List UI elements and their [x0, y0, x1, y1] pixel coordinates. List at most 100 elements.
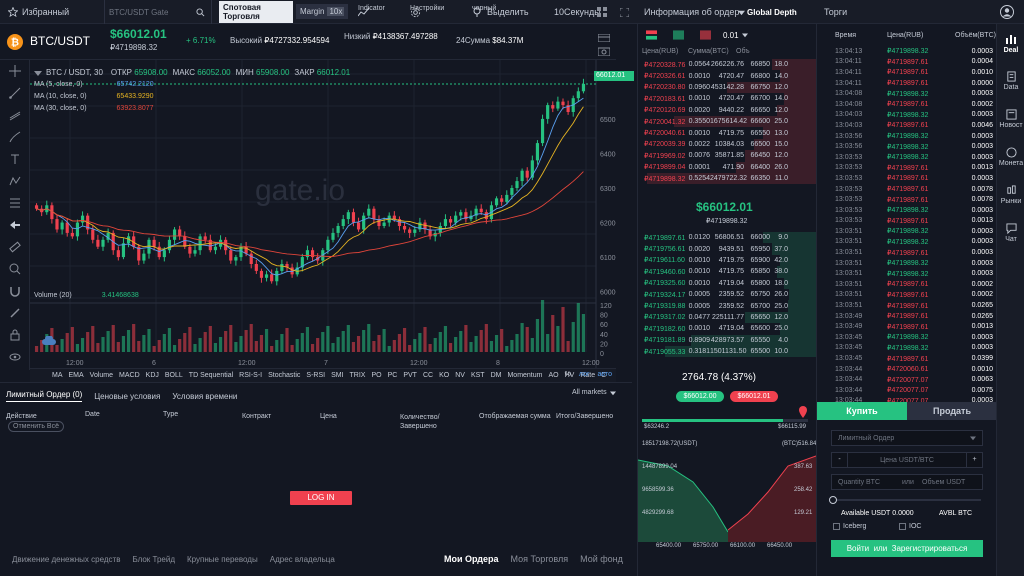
- indicator-13[interactable]: PC: [388, 372, 398, 379]
- asks-row[interactable]: ₽4719969.02 0.0076 35871.85 66450 12.0: [638, 150, 816, 162]
- select-button[interactable]: Выделить: [472, 0, 529, 24]
- best-bid-button[interactable]: $66012.00: [676, 391, 724, 402]
- tab-price-conditions[interactable]: Ценовые условия: [94, 392, 160, 401]
- asks-row[interactable]: ₽4720120.69 0.0020 9440.22 66650 12.0: [638, 104, 816, 116]
- back-tool[interactable]: [0, 214, 30, 236]
- indicator-6[interactable]: TD Sequential: [189, 372, 233, 379]
- crosshair-tool[interactable]: [0, 60, 30, 82]
- indicator-9[interactable]: S-RSI: [306, 372, 325, 379]
- indicator-17[interactable]: NV: [455, 372, 465, 379]
- bids-row[interactable]: ₽4719317.02 0.0477 225111.77 65650 12.0: [638, 311, 816, 324]
- ioc-checkbox[interactable]: [899, 523, 906, 530]
- markets-select[interactable]: All markets: [572, 389, 616, 396]
- quantity-input[interactable]: Quantity BTC или Объем USDT: [831, 474, 983, 490]
- cloud-icon[interactable]: [42, 336, 56, 346]
- asks-row[interactable]: ₽4720328.76 0.0564 266226.76 66850 18.0: [638, 59, 816, 71]
- bids-row[interactable]: ₽4719319.88 0.0005 2359.52 65700 25.0: [638, 300, 816, 312]
- iceberg-checkbox[interactable]: [833, 523, 840, 530]
- indicator-12[interactable]: PO: [371, 372, 381, 379]
- precision-select[interactable]: 0.01: [723, 31, 739, 40]
- price-input[interactable]: - Цена USDT/BTC +: [831, 452, 983, 468]
- ioc-option[interactable]: IOC: [899, 523, 921, 530]
- nav-markets[interactable]: Рынки: [997, 176, 1024, 214]
- iceberg-option[interactable]: Iceberg: [833, 523, 866, 530]
- indicator-11[interactable]: TRIX: [350, 372, 366, 379]
- text-tool[interactable]: [0, 148, 30, 170]
- sell-tab[interactable]: Продать: [907, 402, 997, 420]
- nav-news[interactable]: Новост: [997, 100, 1024, 138]
- price-chart[interactable]: gate.io 65000.00 64000.00 63000.00 62000.00…: [30, 60, 634, 370]
- stay-drawing-tool[interactable]: [0, 302, 30, 324]
- slider-handle[interactable]: [829, 496, 837, 504]
- asks-row[interactable]: ₽4720040.61 0.0010 4719.75 66550 13.0: [638, 127, 816, 139]
- indicator-16[interactable]: KO: [439, 372, 449, 379]
- indicator-2[interactable]: Volume: [90, 372, 113, 379]
- tab-my-funds[interactable]: Мой фонд: [580, 554, 623, 564]
- tab-my-trades[interactable]: Моя Торговля: [511, 554, 569, 564]
- indicator-14[interactable]: PVT: [403, 372, 417, 379]
- indicator-10[interactable]: SMI: [331, 372, 343, 379]
- bids-row[interactable]: ₽4719324.17 0.0005 2359.52 65750 26.0: [638, 288, 816, 301]
- pair-name[interactable]: BTC/USDT: [30, 34, 90, 48]
- asks-row[interactable]: ₽4719898.32 0.5254 2479722.32 66350 11.0: [638, 172, 816, 185]
- log-scale[interactable]: лог: [579, 371, 590, 378]
- asks-row[interactable]: ₽4720041.32 0.3550 1675614.42 66600 25.0: [638, 115, 816, 128]
- indicator-5[interactable]: BOLL: [165, 372, 183, 379]
- register-link[interactable]: Зарегистрироваться: [892, 544, 968, 553]
- bids-row[interactable]: ₽4719182.60 0.0010 4719.04 65600 25.0: [638, 323, 816, 335]
- bids-row[interactable]: ₽4719325.60 0.0010 4719.04 65800 18.0: [638, 277, 816, 289]
- grid-icon-button[interactable]: [597, 0, 607, 24]
- price-decrement[interactable]: -: [832, 453, 848, 467]
- tab-time-conditions[interactable]: Условия времени: [172, 392, 237, 401]
- indicator-3[interactable]: MACD: [119, 372, 140, 379]
- indicator-4[interactable]: KDJ: [146, 372, 159, 379]
- bids-row[interactable]: ₽4719897.61 0.0120 56806.51 66000 9.0: [638, 232, 816, 244]
- asks-row[interactable]: ₽4720230.80 0.0960 453142.28 66750 12.0: [638, 81, 816, 94]
- login-button[interactable]: LOG IN: [290, 491, 352, 505]
- link-large-transfers[interactable]: Крупные переводы: [187, 555, 258, 564]
- favorites-button[interactable]: Избранный: [8, 0, 69, 24]
- auto-scale[interactable]: авто: [598, 371, 612, 378]
- nav-data[interactable]: Data: [997, 62, 1024, 100]
- collapse-icon[interactable]: [34, 69, 42, 77]
- link-cash-flow[interactable]: Движение денежных средств: [12, 555, 120, 564]
- best-ask-button[interactable]: $66012.01: [730, 391, 778, 402]
- amount-slider[interactable]: [833, 499, 981, 501]
- fib-tool[interactable]: [0, 192, 30, 214]
- asks-row[interactable]: ₽4720183.61 0.0010 4720.47 66700 14.0: [638, 93, 816, 105]
- login-register-button[interactable]: Войти или Зарегистрироваться: [831, 540, 983, 557]
- indicator-18[interactable]: KST: [471, 372, 485, 379]
- indicator-0[interactable]: MA: [52, 372, 63, 379]
- indicator-15[interactable]: CC: [423, 372, 433, 379]
- asks-row[interactable]: ₽4720039.39 0.0022 10384.03 66500 15.0: [638, 138, 816, 151]
- percent-scale[interactable]: %: [565, 371, 571, 378]
- search-box[interactable]: BTC/USDT Gate: [104, 0, 212, 24]
- brush-tool[interactable]: [0, 126, 30, 148]
- book-both-icon[interactable]: [646, 30, 657, 40]
- indicator-21[interactable]: AO: [548, 372, 558, 379]
- buy-tab[interactable]: Купить: [817, 402, 907, 420]
- nav-coins[interactable]: Монета: [997, 138, 1024, 176]
- tab-my-orders[interactable]: Мои Ордера: [444, 554, 499, 564]
- spot-tab[interactable]: Спотовая Торговля: [219, 1, 293, 23]
- order-type-select[interactable]: Лимитный Ордер: [831, 430, 983, 446]
- tab-limit-order[interactable]: Лимитный Ордер (0): [6, 390, 83, 402]
- link-block-trade[interactable]: Блок Трейд: [132, 555, 175, 564]
- indicator-1[interactable]: EMA: [69, 372, 84, 379]
- login-link[interactable]: Войти: [847, 544, 869, 553]
- visibility-tool[interactable]: [0, 346, 30, 368]
- indicator-19[interactable]: DM: [491, 372, 502, 379]
- indicator-8[interactable]: Stochastic: [268, 372, 300, 379]
- price-increment[interactable]: +: [966, 453, 982, 467]
- indicator-7[interactable]: RSI-S-I: [239, 372, 262, 379]
- book-asks-icon[interactable]: [700, 30, 711, 40]
- asks-row[interactable]: ₽4719899.04 0.0001 471.90 66400 26.0: [638, 161, 816, 173]
- ruler-tool[interactable]: [0, 236, 30, 258]
- link-owner-address[interactable]: Адрес владельца: [270, 555, 335, 564]
- account-button[interactable]: [1000, 0, 1014, 24]
- lock-tool[interactable]: [0, 324, 30, 346]
- global-depth-toggle[interactable]: Global Depth: [738, 0, 797, 24]
- asks-row[interactable]: ₽4720326.61 0.0010 4720.47 66800 14.0: [638, 70, 816, 82]
- margin-tab[interactable]: Margin 10x: [296, 4, 349, 19]
- bids-row[interactable]: ₽4719460.60 0.0010 4719.75 65850 38.0: [638, 266, 816, 278]
